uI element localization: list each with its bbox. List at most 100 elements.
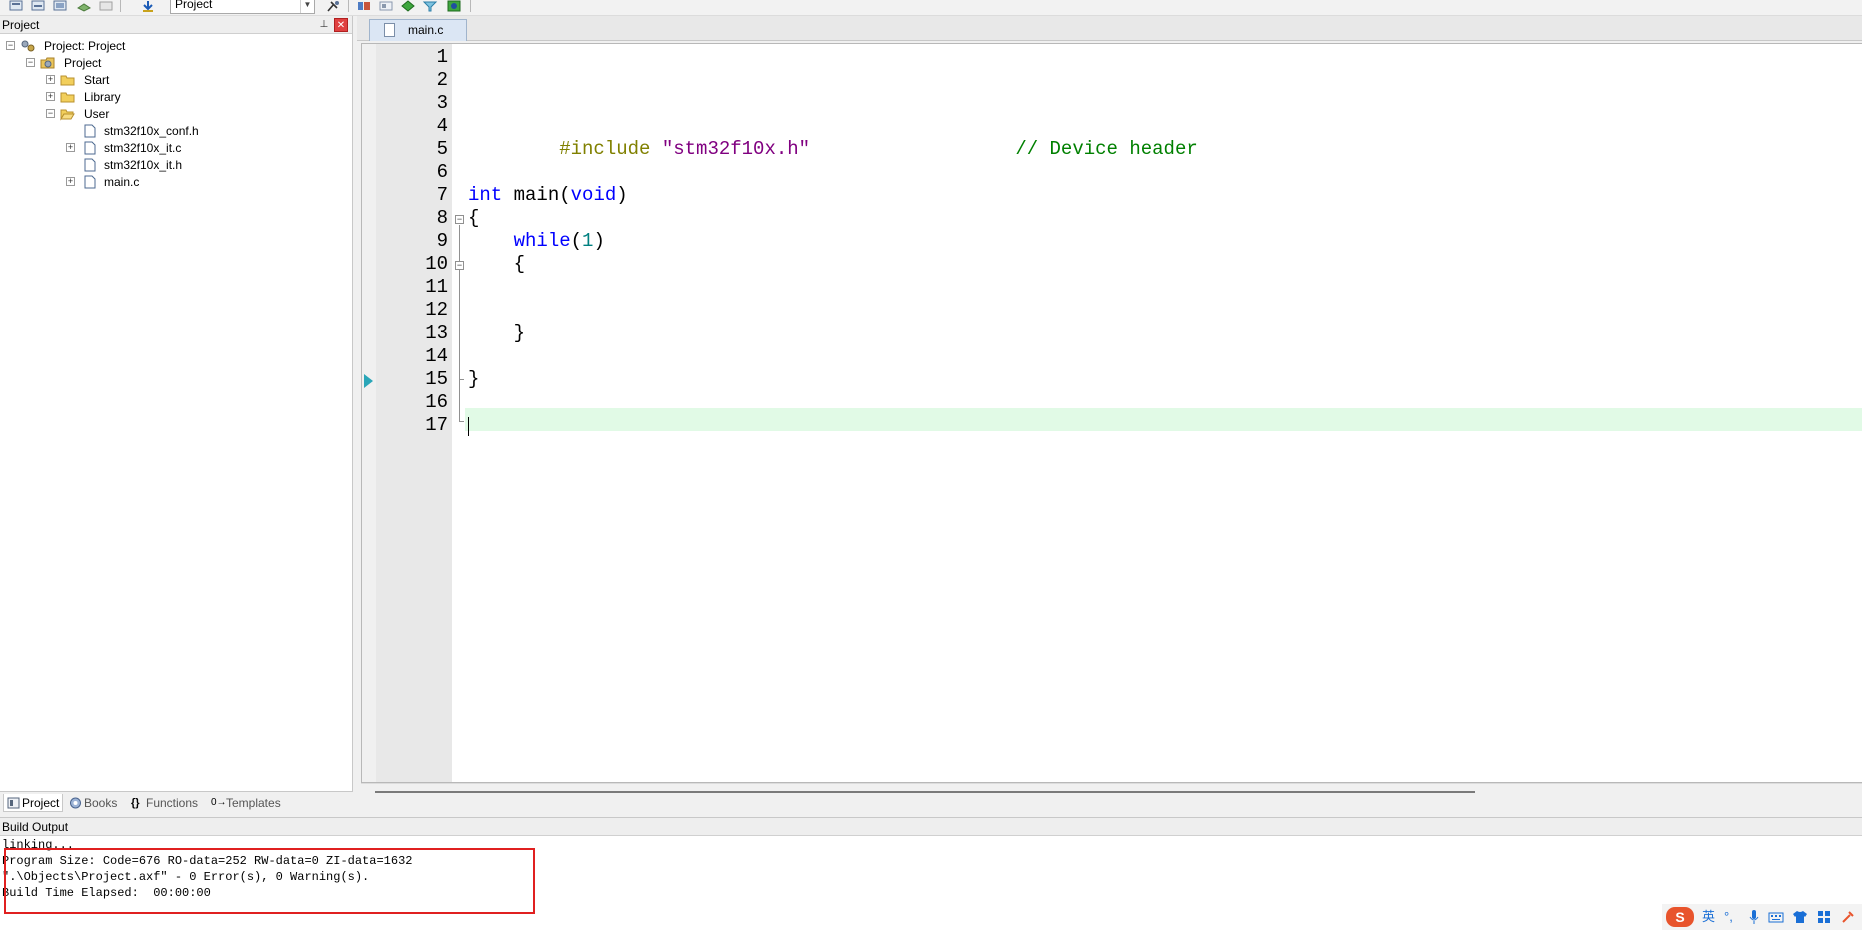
tree-item-folder[interactable]: + Library bbox=[0, 88, 300, 106]
identifier-token: main( bbox=[502, 184, 571, 206]
line-number: 9 bbox=[436, 230, 448, 252]
tree-item-label: stm32f10x_conf.h bbox=[104, 124, 199, 138]
keyboard-icon[interactable] bbox=[1768, 909, 1784, 925]
file-extensions-icon[interactable] bbox=[378, 0, 394, 12]
code-line-16: } bbox=[468, 368, 480, 390]
editor-area: main.c 1 2 3 4 5 6 7 8 9 10 11 12 13 14 … bbox=[357, 16, 1862, 813]
target-options-icon[interactable] bbox=[325, 0, 341, 12]
grid-icon[interactable] bbox=[1816, 909, 1832, 925]
annotation-highlight-box bbox=[4, 848, 535, 914]
tree-item-file[interactable]: + stm32f10x_it.c bbox=[0, 139, 300, 157]
tree-item-label: Project bbox=[64, 56, 102, 70]
ime-mode[interactable]: 英 bbox=[1702, 909, 1715, 925]
tree-item-folder[interactable]: + Start bbox=[0, 71, 300, 89]
line-number: 17 bbox=[425, 414, 448, 436]
preprocessor-token: #include bbox=[559, 138, 651, 160]
tab-templates[interactable]: 0→ Templates bbox=[208, 794, 288, 812]
expand-icon[interactable]: + bbox=[66, 143, 75, 152]
manage-components-icon[interactable] bbox=[356, 0, 372, 12]
tree-item-file[interactable]: + main.c bbox=[0, 173, 300, 191]
build-output-pane: Build Output linking... Program Size: Co… bbox=[0, 817, 1862, 930]
fold-collapse-icon[interactable]: − bbox=[455, 215, 464, 224]
tree-item-file[interactable]: stm32f10x_conf.h bbox=[0, 122, 300, 140]
tab-functions[interactable]: {} Functions bbox=[128, 794, 204, 812]
keyword-token: while bbox=[513, 230, 571, 252]
project-pane-title: Project bbox=[2, 18, 40, 32]
horizontal-scrollbar[interactable] bbox=[361, 783, 1862, 799]
line-number: 4 bbox=[436, 115, 448, 137]
line-number: 10 bbox=[425, 253, 448, 275]
code-line-7: int main(void) bbox=[468, 184, 628, 207]
expand-icon[interactable]: + bbox=[66, 177, 75, 186]
chevron-down-icon[interactable]: ▼ bbox=[300, 0, 314, 13]
breakpoint-margin[interactable] bbox=[362, 44, 376, 782]
target-select-value: Project bbox=[175, 0, 213, 11]
mic-icon[interactable] bbox=[1748, 909, 1760, 925]
batch-build-icon[interactable] bbox=[76, 0, 92, 12]
close-icon[interactable]: ✕ bbox=[334, 18, 348, 32]
build-icon[interactable] bbox=[30, 0, 46, 12]
target-select[interactable]: Project ▼ bbox=[170, 0, 315, 14]
line-number: 6 bbox=[436, 161, 448, 183]
ime-punctuation[interactable]: °, bbox=[1724, 909, 1733, 925]
stop-build-icon[interactable] bbox=[98, 0, 114, 12]
tab-project[interactable]: Project bbox=[3, 794, 63, 812]
pin-icon[interactable]: ⊥ bbox=[318, 19, 330, 31]
target-folder-icon bbox=[40, 57, 55, 69]
tab-books[interactable]: Books bbox=[66, 794, 124, 812]
pack-installer-icon[interactable] bbox=[400, 0, 416, 12]
code-editor[interactable]: 1 2 3 4 5 6 7 8 9 10 11 12 13 14 15 16 1… bbox=[361, 43, 1862, 783]
tools-icon[interactable] bbox=[1840, 909, 1856, 925]
keyword-token: int bbox=[468, 184, 503, 206]
scrollbar-thumb[interactable] bbox=[375, 791, 1475, 793]
current-line-highlight bbox=[465, 408, 1862, 431]
fold-collapse-icon[interactable]: − bbox=[455, 261, 464, 270]
code-line-8: { bbox=[468, 207, 480, 229]
line-number: 8 bbox=[436, 207, 448, 229]
ime-toolbar: S 英 °, bbox=[1662, 904, 1862, 930]
tree-item-label: Start bbox=[84, 73, 110, 87]
rebuild-icon[interactable] bbox=[52, 0, 68, 12]
toolbar-separator bbox=[348, 0, 349, 12]
shirt-icon[interactable] bbox=[1792, 909, 1808, 925]
ime-logo-icon[interactable]: S bbox=[1666, 907, 1694, 927]
tree-item-group[interactable]: − Project bbox=[0, 54, 300, 72]
line-number: 13 bbox=[425, 322, 448, 344]
expand-icon[interactable]: + bbox=[46, 75, 55, 84]
tree-item-label: User bbox=[84, 107, 110, 121]
tree-item-label: stm32f10x_it.c bbox=[104, 141, 182, 155]
tree-item-root[interactable]: − Project: Project bbox=[0, 37, 300, 55]
tab-label: Books bbox=[84, 796, 118, 810]
collapse-icon[interactable]: − bbox=[6, 41, 15, 50]
tab-label: Project bbox=[22, 796, 60, 810]
tree-item-folder[interactable]: − User bbox=[0, 105, 300, 123]
line-number: 12 bbox=[425, 299, 448, 321]
tree-item-label: Library bbox=[84, 90, 121, 104]
open-folder-icon bbox=[60, 109, 75, 121]
comment-token: // Device header bbox=[1015, 138, 1198, 160]
tree-item-file[interactable]: stm32f10x_it.h bbox=[0, 156, 300, 174]
translate-icon[interactable] bbox=[8, 0, 24, 12]
collapse-icon[interactable]: − bbox=[26, 58, 35, 67]
debug-icon[interactable] bbox=[446, 0, 462, 12]
project-pane-header: Project ⊥ ✕ bbox=[0, 16, 352, 34]
tab-label: Templates bbox=[226, 796, 281, 810]
line-number: 3 bbox=[436, 92, 448, 114]
file-icon bbox=[84, 141, 96, 155]
keyword-token: void bbox=[570, 184, 617, 206]
line-numbers: 1 2 3 4 5 6 7 8 9 10 11 12 13 14 15 16 1… bbox=[376, 44, 452, 782]
build-output-header: Build Output bbox=[0, 818, 1862, 836]
code-line-9: while(1) bbox=[468, 230, 605, 253]
project-pane-tabs: Project Books {} Functions 0→ Templates bbox=[0, 791, 353, 813]
number-token: 1 bbox=[582, 230, 594, 252]
fold-end-mark bbox=[459, 379, 464, 380]
file-tab-main-c[interactable]: main.c bbox=[369, 19, 467, 41]
line-number: 1 bbox=[436, 46, 448, 68]
project-root-icon bbox=[21, 40, 35, 52]
download-icon[interactable] bbox=[140, 0, 156, 12]
collapse-icon[interactable]: − bbox=[46, 109, 55, 118]
file-icon bbox=[84, 175, 96, 189]
line-number: 5 bbox=[436, 138, 448, 160]
select-packs-icon[interactable] bbox=[422, 0, 438, 12]
expand-icon[interactable]: + bbox=[46, 92, 55, 101]
